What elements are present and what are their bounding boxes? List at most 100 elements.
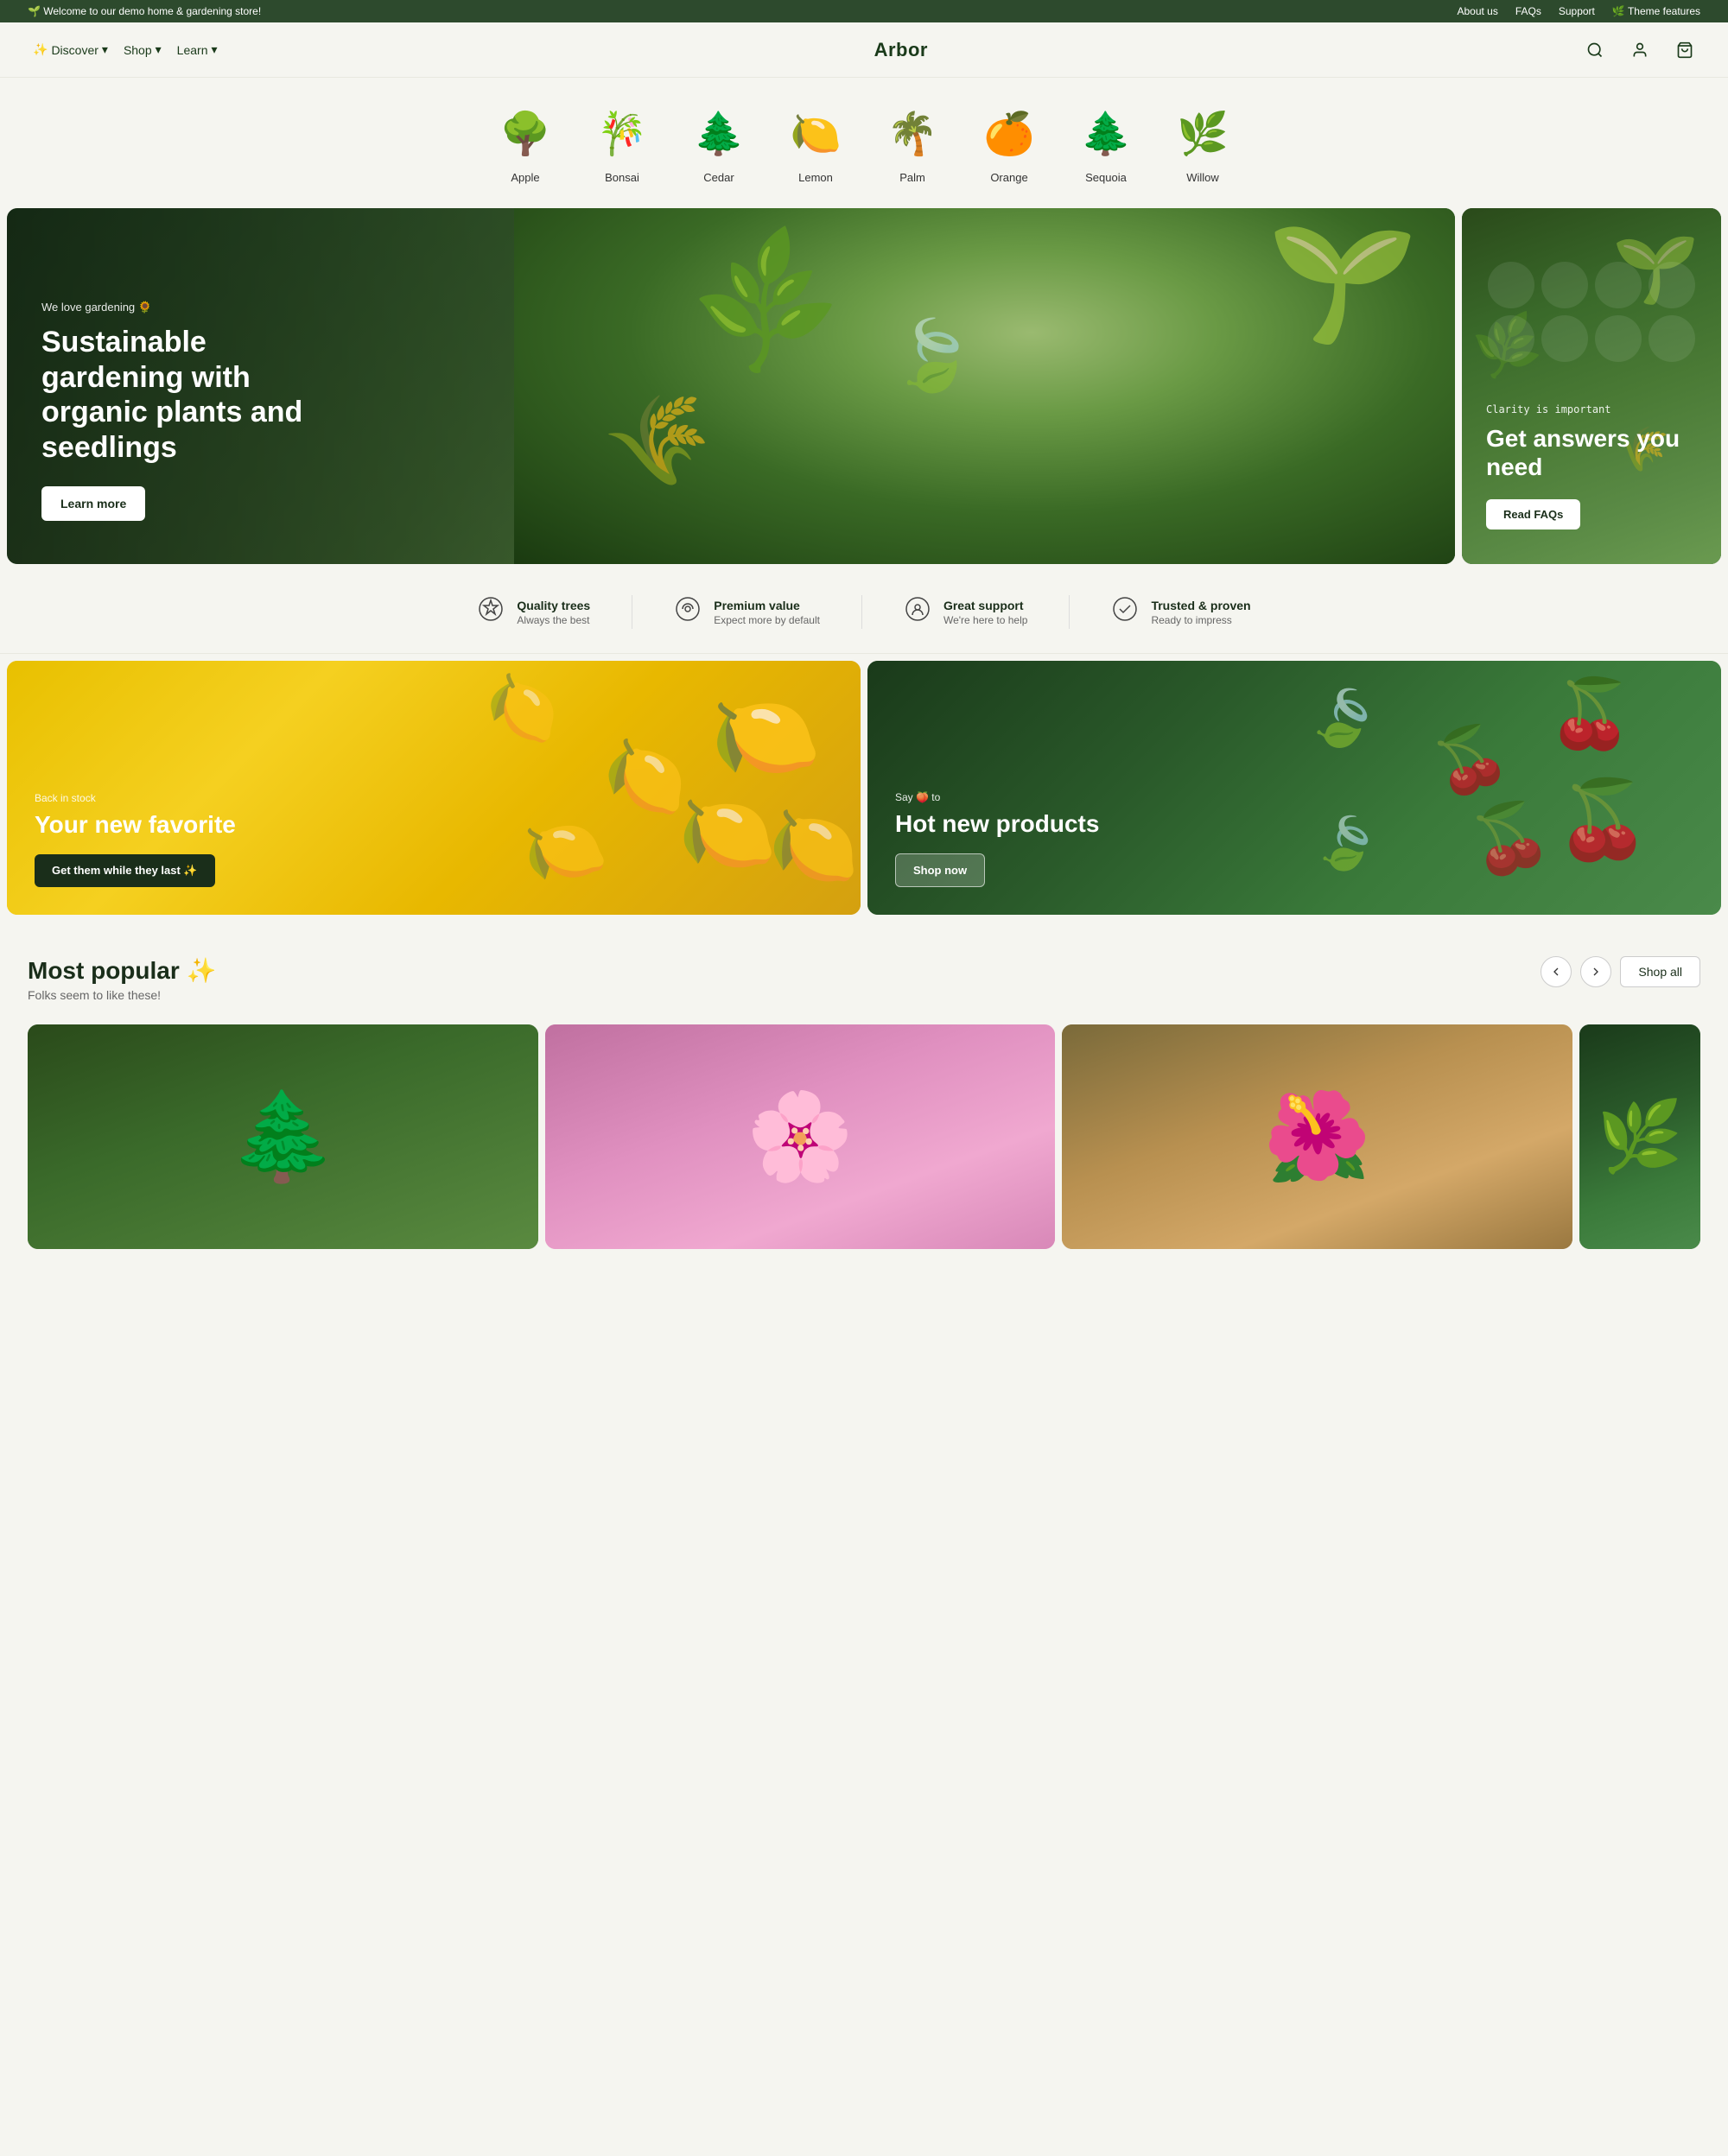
- top-bar: 🌱 Welcome to our demo home & gardening s…: [0, 0, 1728, 22]
- announcement-text: 🌱 Welcome to our demo home & gardening s…: [28, 5, 261, 17]
- promo-green-title: Hot new products: [895, 810, 1099, 838]
- next-arrow-button[interactable]: [1580, 956, 1611, 987]
- sequoia-icon: 🌲: [1075, 102, 1137, 164]
- trust-quality: Quality trees Always the best: [435, 595, 632, 629]
- discover-chevron-icon: ▾: [102, 42, 108, 57]
- sequoia-label: Sequoia: [1085, 171, 1127, 184]
- learn-chevron-icon: ▾: [211, 42, 217, 57]
- hero-learn-more-button[interactable]: Learn more: [41, 486, 145, 521]
- shop-chevron-icon: ▾: [156, 42, 162, 57]
- hero-eyebrow: We love gardening 🌻: [41, 301, 318, 314]
- trust-premium: Premium value Expect more by default: [632, 595, 862, 629]
- lemon-icon: 🍋: [785, 102, 847, 164]
- nav-left: ✨ Discover ▾ Shop ▾ Learn ▾: [28, 35, 223, 64]
- cart-button[interactable]: [1669, 35, 1700, 66]
- hero-side-eyebrow: Clarity is important: [1486, 403, 1697, 415]
- read-faqs-button[interactable]: Read FAQs: [1486, 499, 1580, 529]
- product-image-1: 🌲: [28, 1024, 538, 1249]
- hero-content: We love gardening 🌻 Sustainable gardenin…: [7, 301, 353, 564]
- cedar-label: Cedar: [703, 171, 734, 184]
- section-header-left: Most popular ✨ Folks seem to like these!: [28, 956, 216, 1002]
- palm-icon: 🌴: [881, 102, 943, 164]
- nav-center: Arbor: [223, 39, 1579, 61]
- promo-green-eyebrow: Say 🍑 to: [895, 791, 1099, 803]
- trust-support: Great support We're here to help: [862, 595, 1070, 629]
- category-orange[interactable]: 🍊 Orange: [961, 95, 1058, 191]
- premium-icon: [674, 595, 702, 629]
- prev-arrow-button[interactable]: [1541, 956, 1572, 987]
- theme-features-link[interactable]: 🌿 Theme features: [1612, 5, 1700, 17]
- promo-yellow-content: Back in stock Your new favorite Get them…: [7, 792, 264, 915]
- trust-bar: Quality trees Always the best Premium va…: [0, 571, 1728, 654]
- product-card-1[interactable]: 🌲: [28, 1024, 538, 1249]
- bonsai-icon: 🎋: [591, 102, 653, 164]
- top-bar-links: About us FAQs Support 🌿 Theme features: [1457, 5, 1700, 17]
- hero-side-content: Clarity is important Get answers you nee…: [1462, 403, 1721, 564]
- hero-section: 🌿 🌱 🌾 🍃 We love gardening 🌻 Sustainable …: [0, 208, 1728, 571]
- trust-proven-title: Trusted & proven: [1151, 599, 1250, 612]
- search-icon: [1586, 41, 1604, 59]
- about-us-link[interactable]: About us: [1457, 5, 1497, 17]
- trust-proven-text: Trusted & proven Ready to impress: [1151, 599, 1250, 626]
- get-them-button[interactable]: Get them while they last ✨: [35, 854, 215, 887]
- palm-label: Palm: [899, 171, 925, 184]
- trust-proven-sub: Ready to impress: [1151, 614, 1250, 626]
- section-subtitle: Folks seem to like these!: [28, 988, 216, 1002]
- apple-label: Apple: [511, 171, 539, 184]
- orange-label: Orange: [990, 171, 1027, 184]
- hero-title: Sustainable gardening with organic plant…: [41, 325, 318, 466]
- trust-quality-text: Quality trees Always the best: [517, 599, 590, 626]
- nav-right: [1579, 35, 1700, 66]
- willow-icon: 🌿: [1172, 102, 1234, 164]
- category-apple[interactable]: 🌳 Apple: [477, 95, 574, 191]
- support-icon: [904, 595, 931, 629]
- willow-label: Willow: [1186, 171, 1219, 184]
- apple-tree-icon: 🌳: [494, 102, 556, 164]
- trust-support-title: Great support: [943, 599, 1027, 612]
- shop-all-button[interactable]: Shop all: [1620, 956, 1700, 987]
- product-card-3[interactable]: 🌺: [1062, 1024, 1572, 1249]
- cart-icon: [1676, 41, 1693, 59]
- trust-quality-sub: Always the best: [517, 614, 590, 626]
- proven-icon: [1111, 595, 1139, 629]
- trust-support-text: Great support We're here to help: [943, 599, 1027, 626]
- shop-nav-btn[interactable]: Shop ▾: [118, 35, 167, 64]
- category-willow[interactable]: 🌿 Willow: [1154, 95, 1251, 191]
- orange-icon: 🍊: [978, 102, 1040, 164]
- discover-nav-btn[interactable]: ✨ Discover ▾: [28, 35, 113, 64]
- category-palm[interactable]: 🌴 Palm: [864, 95, 961, 191]
- product-image-2: 🌸: [545, 1024, 1056, 1249]
- product-image-3: 🌺: [1062, 1024, 1572, 1249]
- hero-side-banner: 🌱 🌿 🌾 Clarity is important Get answers y…: [1462, 208, 1721, 564]
- user-icon: [1631, 41, 1649, 59]
- promo-yellow-eyebrow: Back in stock: [35, 792, 236, 804]
- trust-premium-title: Premium value: [714, 599, 820, 612]
- account-button[interactable]: [1624, 35, 1655, 66]
- trust-proven: Trusted & proven Ready to impress: [1070, 595, 1292, 629]
- category-bonsai[interactable]: 🎋 Bonsai: [574, 95, 670, 191]
- hero-person-image: 🌿 🌱 🌾 🍃: [514, 208, 1455, 564]
- trust-premium-sub: Expect more by default: [714, 614, 820, 626]
- support-link[interactable]: Support: [1559, 5, 1595, 17]
- category-cedar[interactable]: 🌲 Cedar: [670, 95, 767, 191]
- section-title: Most popular ✨: [28, 956, 216, 985]
- section-header: Most popular ✨ Folks seem to like these!…: [28, 956, 1700, 1002]
- most-popular-section: Most popular ✨ Folks seem to like these!…: [0, 922, 1728, 1024]
- promo-yellow-title: Your new favorite: [35, 811, 236, 839]
- main-nav: ✨ Discover ▾ Shop ▾ Learn ▾ Arbor: [0, 22, 1728, 78]
- shop-now-button[interactable]: Shop now: [895, 853, 985, 887]
- hero-side-title: Get answers you need: [1486, 424, 1697, 482]
- learn-nav-btn[interactable]: Learn ▾: [172, 35, 223, 64]
- promo-green-content: Say 🍑 to Hot new products Shop now: [867, 791, 1127, 915]
- product-card-2[interactable]: 🌸: [545, 1024, 1056, 1249]
- category-sequoia[interactable]: 🌲 Sequoia: [1058, 95, 1154, 191]
- category-lemon[interactable]: 🍋 Lemon: [767, 95, 864, 191]
- trust-premium-text: Premium value Expect more by default: [714, 599, 820, 626]
- site-logo[interactable]: Arbor: [874, 39, 928, 61]
- trust-support-sub: We're here to help: [943, 614, 1027, 626]
- product-card-4-partial[interactable]: 🌿: [1579, 1024, 1700, 1249]
- section-controls: Shop all: [1541, 956, 1700, 987]
- category-strip: 🌳 Apple 🎋 Bonsai 🌲 Cedar 🍋 Lemon 🌴 Palm …: [0, 78, 1728, 208]
- faqs-link[interactable]: FAQs: [1515, 5, 1541, 17]
- search-button[interactable]: [1579, 35, 1610, 66]
